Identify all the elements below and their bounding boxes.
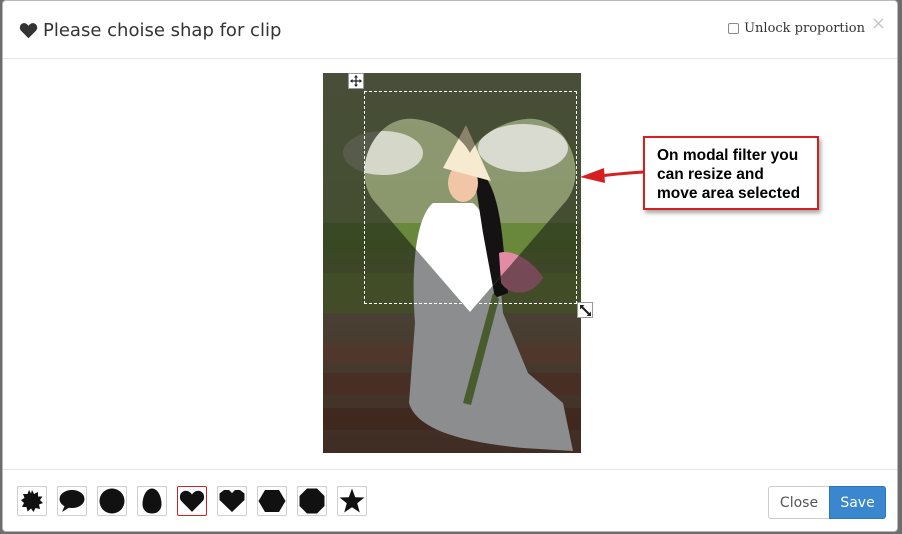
modal-title: Please choise shap for clip <box>19 18 281 42</box>
modal-title-text: Please choise shap for clip <box>43 19 282 41</box>
shape-button-speech-bubble[interactable] <box>57 486 87 516</box>
unlock-proportion-checkbox[interactable] <box>728 23 740 34</box>
octagon-icon <box>299 488 325 514</box>
heart-icon <box>179 490 205 512</box>
heart-icon <box>19 22 38 38</box>
shape-button-circle[interactable] <box>97 486 127 516</box>
close-icon[interactable]: × <box>871 14 886 34</box>
save-button[interactable]: Save <box>829 486 886 519</box>
speech-bubble-icon <box>59 490 85 512</box>
unlock-proportion-toggle[interactable]: Unlock proportion <box>728 21 865 36</box>
starburst-icon <box>21 490 43 512</box>
shape-button-heart-wide[interactable] <box>217 486 247 516</box>
annotation-callout: On modal filter you can resize and move … <box>643 136 819 210</box>
shape-button-star[interactable] <box>337 486 367 516</box>
resize-icon[interactable] <box>577 302 593 318</box>
close-button[interactable]: Close <box>768 486 830 519</box>
egg-icon <box>142 488 162 514</box>
shape-picker <box>17 486 367 516</box>
clip-shape-modal: Please choise shap for clip Unlock propo… <box>2 0 898 532</box>
move-icon[interactable] <box>348 73 364 89</box>
shape-button-heart[interactable] <box>177 486 207 516</box>
shape-button-egg[interactable] <box>137 486 167 516</box>
shape-button-starburst[interactable] <box>17 486 47 516</box>
star-icon <box>339 488 365 513</box>
circle-icon <box>99 488 125 514</box>
modal-header: Please choise shap for clip Unlock propo… <box>3 1 897 59</box>
crop-selection-area[interactable] <box>364 91 577 304</box>
modal-footer: Close Save <box>3 469 897 531</box>
heart-wide-icon <box>219 490 245 512</box>
shape-button-hexagon[interactable] <box>257 486 287 516</box>
modal-body: On modal filter you can resize and move … <box>3 59 897 469</box>
shape-button-octagon[interactable] <box>297 486 327 516</box>
unlock-proportion-label: Unlock proportion <box>744 21 865 36</box>
annotation-arrow-icon <box>580 168 644 183</box>
hexagon-icon <box>258 490 286 512</box>
